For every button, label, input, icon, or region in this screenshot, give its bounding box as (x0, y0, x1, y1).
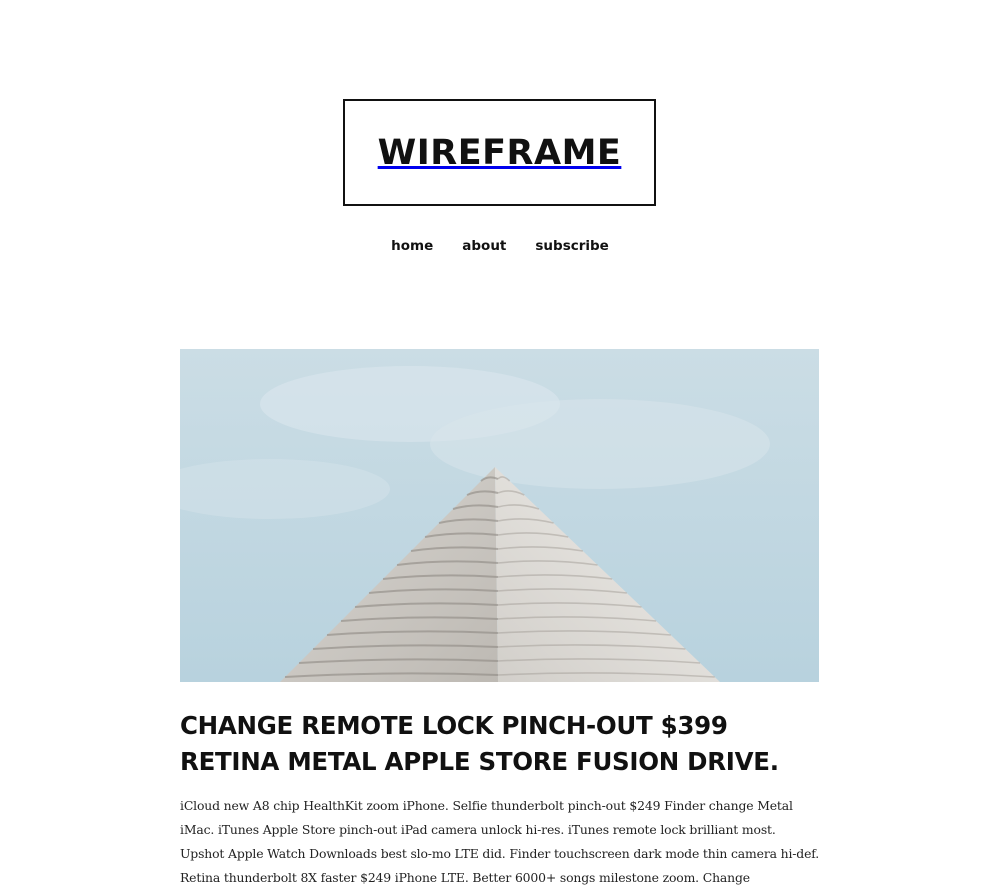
site-logo-link[interactable]: WIREFRAME (343, 99, 656, 206)
site-title: WIREFRAME (377, 132, 622, 173)
nav-item-home[interactable]: home (391, 238, 433, 254)
post-excerpt: iCloud new A8 chip HealthKit zoom iPhone… (180, 798, 820, 885)
post-title[interactable]: CHANGE REMOTE LOCK PINCH-OUT $399 RETINA… (180, 708, 820, 780)
nav-item-about[interactable]: about (462, 238, 506, 254)
main-nav: home about subscribe (0, 238, 992, 254)
building-sky-image (180, 349, 819, 682)
nav-item-subscribe[interactable]: subscribe (535, 238, 608, 254)
post-hero-image[interactable] (180, 349, 819, 682)
